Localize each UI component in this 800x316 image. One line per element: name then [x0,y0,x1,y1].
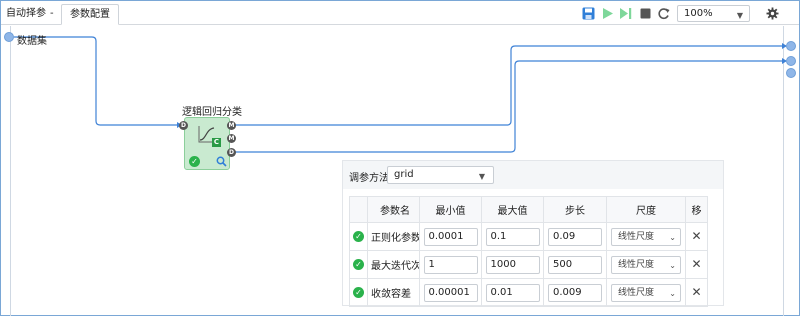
row-check-cell: ✓ [349,278,368,307]
zoom-value: 100% [684,8,713,19]
node-input-port-d[interactable]: D [179,121,188,130]
chevron-down-icon: ▼ [478,172,485,181]
header-remove: 移 [685,196,708,223]
param-name: 最大迭代次数 [367,250,420,279]
param-table: 参数名 最小值 最大值 步长 尺度 移 ✓ 正则化参数 0.0001 0.1 0… [349,196,708,307]
table-row: ✓ 正则化参数 0.0001 0.1 0.09 线性尺度 ⌄ ✕ [349,222,708,251]
min-input[interactable]: 1 [423,255,478,274]
table-row: ✓ 最大迭代次数 1 1000 500 线性尺度 ⌄ ✕ [349,250,708,279]
close-icon[interactable]: ✕ [691,229,701,243]
tab-separator: - [50,8,54,19]
max-input[interactable]: 0.01 [485,283,540,302]
dataset-label: 数据集 [17,36,47,47]
param-table-header: 参数名 最小值 最大值 步长 尺度 移 [349,196,708,223]
table-row: ✓ 收敛容差 0.00001 0.01 0.009 线性尺度 ⌄ ✕ [349,278,708,307]
chevron-down-icon: ⌄ [669,288,676,298]
param-panel: 调参方法 grid ▼ 参数名 最小值 最大值 步长 尺度 移 ✓ 正则化参数 … [342,160,724,307]
row-check-cell: ✓ [349,222,368,251]
tab-param-config[interactable]: 参数配置 [61,4,119,25]
tuning-method-select[interactable]: grid ▼ [387,166,494,184]
scale-select[interactable]: 线性尺度 ⌄ [611,227,681,246]
logistic-regression-node[interactable]: C ✓ [184,117,230,170]
top-bar: 自动择参 - 参数配置 100% ▼ [1,1,799,25]
magnifier-icon[interactable] [216,156,227,167]
chevron-down-icon: ▼ [736,11,743,20]
header-param-name: 参数名 [367,196,420,223]
node-title: 逻辑回归分类 [182,107,242,118]
output-port-3[interactable] [786,68,796,78]
node-output-port-m1[interactable]: M [227,121,236,130]
save-icon[interactable] [582,7,595,20]
param-name: 收敛容差 [367,278,420,307]
tuning-method-label: 调参方法 [349,173,389,184]
dataset-output-port[interactable] [4,32,14,42]
stop-icon[interactable] [639,7,652,20]
left-lane-line [10,26,11,316]
right-lane-line [783,26,784,316]
check-circle-icon: ✓ [353,287,364,298]
model-badge: C [212,138,221,147]
step-input[interactable]: 0.009 [548,283,602,302]
scale-select[interactable]: 线性尺度 ⌄ [611,283,681,302]
chevron-down-icon: ⌄ [669,232,676,242]
step-input[interactable]: 500 [548,255,602,274]
header-max: 最大值 [481,196,544,223]
min-input[interactable]: 0.0001 [423,227,478,246]
check-circle-icon: ✓ [353,231,364,242]
header-min: 最小值 [419,196,482,223]
scale-value: 线性尺度 [618,231,655,242]
header-check-col [349,196,368,223]
step-input[interactable]: 0.09 [548,227,602,246]
output-port-1[interactable] [786,41,796,51]
scale-select[interactable]: 线性尺度 ⌄ [611,255,681,274]
refresh-icon[interactable] [657,7,670,20]
settings-icon[interactable] [766,7,779,20]
row-check-cell: ✓ [349,250,368,279]
tab-auto-param-label: 自动择参 [6,8,46,19]
close-icon[interactable]: ✕ [691,285,701,299]
chevron-down-icon: ⌄ [669,260,676,270]
param-name: 正则化参数 [367,222,420,251]
scale-value: 线性尺度 [618,259,655,270]
zoom-select[interactable]: 100% ▼ [677,5,750,22]
tab-auto-param[interactable]: 自动择参 - [6,6,54,22]
max-input[interactable]: 0.1 [485,227,540,246]
check-circle-icon: ✓ [189,156,200,167]
output-port-2[interactable] [786,56,796,66]
header-step: 步长 [543,196,607,223]
param-panel-header: 调参方法 grid ▼ [343,161,723,189]
node-output-port-m2[interactable]: M [227,134,236,143]
max-input[interactable]: 1000 [485,255,540,274]
step-run-icon[interactable] [619,7,632,20]
scale-value: 线性尺度 [618,287,655,298]
min-input[interactable]: 0.00001 [423,283,478,302]
node-output-port-d[interactable]: D [227,148,236,157]
check-circle-icon: ✓ [353,259,364,270]
close-icon[interactable]: ✕ [691,257,701,271]
header-scale: 尺度 [606,196,686,223]
tuning-method-value: grid [394,169,414,180]
play-icon[interactable] [601,7,614,20]
